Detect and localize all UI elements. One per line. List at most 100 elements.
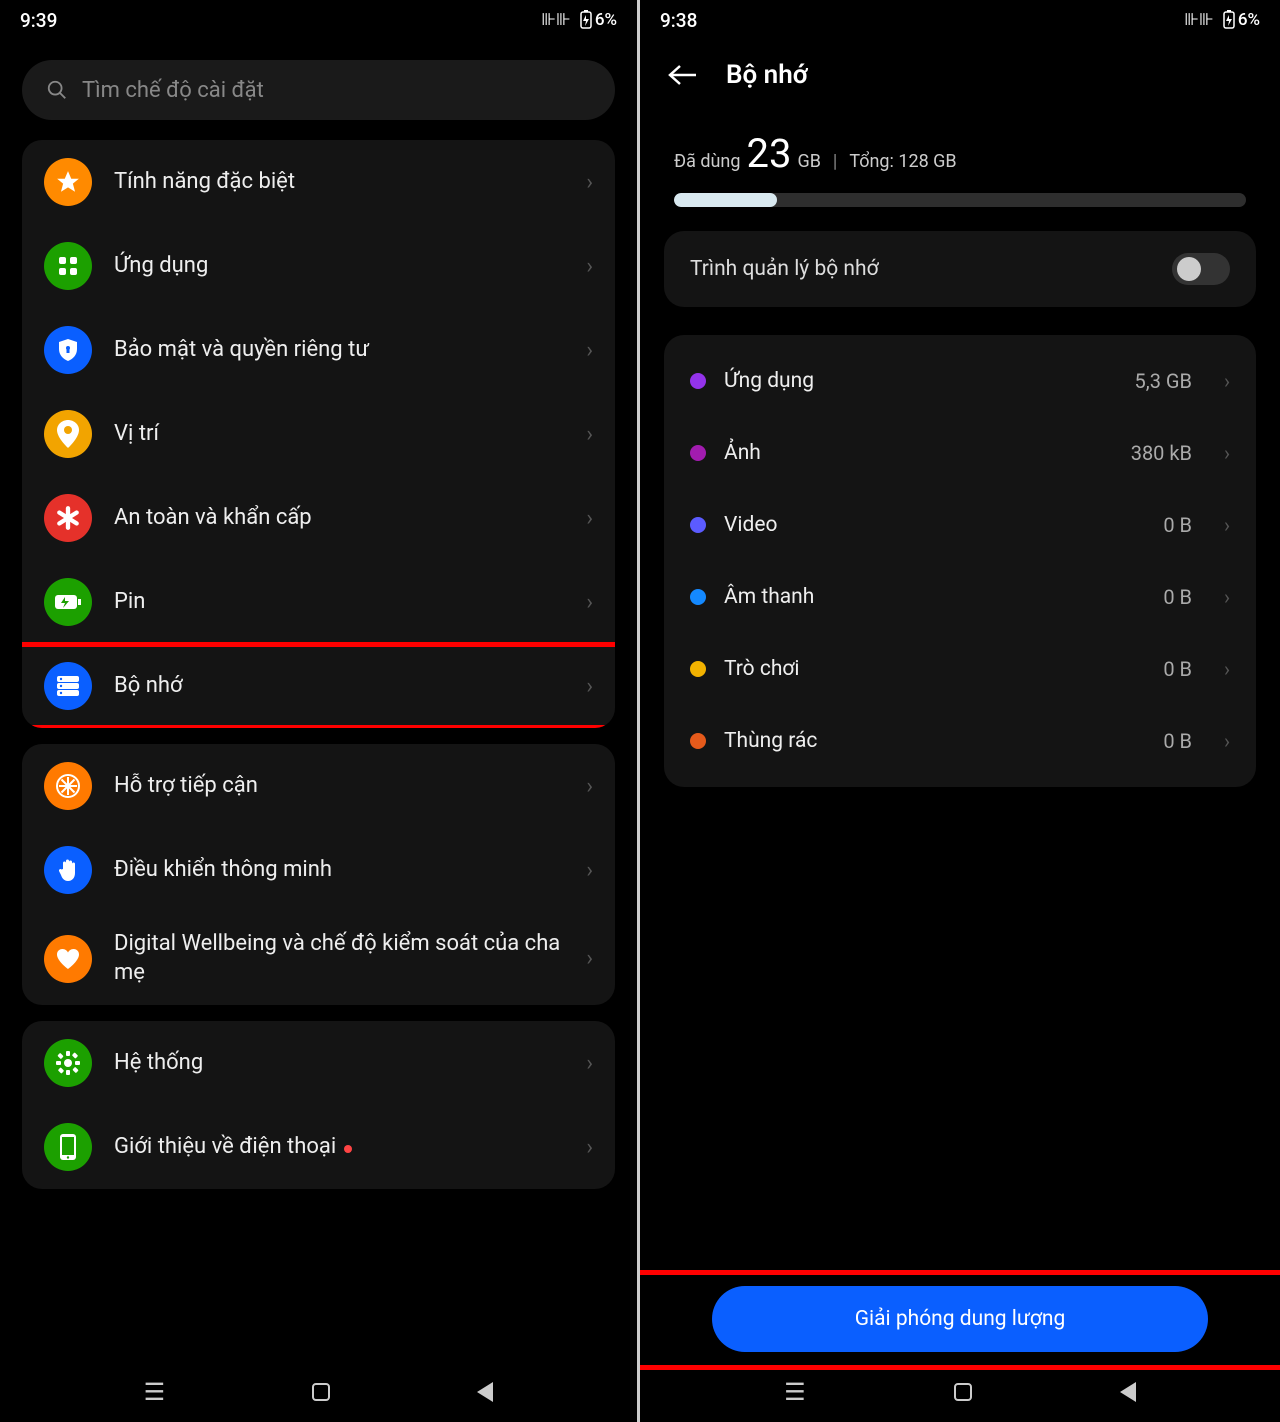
chevron-right-icon: › — [1224, 441, 1230, 465]
total-label: Tổng: 128 GB — [849, 151, 956, 172]
settings-group: Tính năng đặc biệt › Ứng dụng › Bảo mật và q… — [22, 140, 615, 728]
nav-back-icon[interactable] — [477, 1382, 493, 1402]
search-icon — [46, 79, 68, 101]
settings-screen: 9:39 ⊪⊪ 6% Tìm chế độ cài đặt Tính năng … — [0, 0, 640, 1422]
setting-row-special[interactable]: Tính năng đặc biệt › — [22, 140, 615, 224]
update-dot-icon — [344, 1145, 352, 1153]
setting-label: Ứng dụng — [114, 252, 564, 281]
chevron-right-icon: › — [1224, 657, 1230, 681]
category-name: Trò chơi — [724, 657, 1145, 681]
setting-row-safety[interactable]: An toàn và khẩn cấp › — [22, 476, 615, 560]
setting-label: Digital Wellbeing và chế độ kiểm soát củ… — [114, 930, 564, 987]
setting-label: Giới thiệu về điện thoại — [114, 1133, 564, 1162]
setting-label: Hỗ trợ tiếp cận — [114, 772, 564, 801]
setting-row-about[interactable]: Giới thiệu về điện thoại › — [22, 1105, 615, 1189]
chevron-right-icon: › — [586, 946, 593, 971]
setting-label: Vị trí — [114, 420, 564, 449]
category-size: 0 B — [1163, 585, 1192, 609]
category-dot-icon — [690, 733, 706, 749]
setting-row-storage[interactable]: Bộ nhớ› — [22, 644, 615, 728]
setting-label: Pin — [114, 588, 564, 617]
storage-category-row[interactable]: Thùng rác0 B› — [664, 705, 1256, 777]
setting-row-system[interactable]: Hệ thống› — [22, 1021, 615, 1105]
storage-category-row[interactable]: Trò chơi 0 B › — [664, 633, 1256, 705]
used-label: Đã dùng — [674, 151, 740, 172]
nav-bar: ☰ — [0, 1362, 637, 1422]
shield-icon — [44, 326, 92, 374]
nav-recents-icon[interactable]: ☰ — [784, 1378, 806, 1406]
storage-categories: Ứng dụng5,3 GB›Ảnh380 kB› Video 0 B › Âm tha… — [664, 335, 1256, 787]
category-dot-icon — [690, 589, 706, 605]
status-icons: ⊪⊪ 6% — [541, 10, 617, 30]
status-time: 9:38 — [660, 9, 697, 32]
category-name: Ứng dụng — [724, 369, 1117, 393]
storage-category-row[interactable]: Ứng dụng5,3 GB› — [664, 345, 1256, 417]
vibrate-icon: ⊪⊪ — [1184, 10, 1214, 30]
status-icons: ⊪⊪ 6% — [1184, 10, 1260, 30]
category-size: 0 B — [1163, 729, 1192, 753]
category-size: 0 B — [1163, 657, 1192, 681]
chevron-right-icon: › — [586, 422, 593, 447]
battery-icon: 6% — [579, 10, 617, 30]
chevron-right-icon: › — [1224, 513, 1230, 537]
chevron-right-icon: › — [586, 858, 593, 883]
category-size: 0 B — [1163, 513, 1192, 537]
category-name: Video — [724, 513, 1145, 537]
chevron-right-icon: › — [586, 590, 593, 615]
setting-row-privacy[interactable]: Bảo mật và quyền riêng tư› — [22, 308, 615, 392]
nav-home-icon[interactable] — [954, 1383, 972, 1401]
chevron-right-icon: › — [586, 1135, 593, 1160]
chevron-right-icon: › — [586, 254, 593, 279]
asterisk-icon — [44, 494, 92, 542]
grid-icon — [44, 242, 92, 290]
setting-label: Tính năng đặc biệt — [114, 168, 564, 197]
chevron-right-icon: › — [586, 170, 593, 195]
page-title: Bộ nhớ — [726, 60, 808, 90]
chevron-right-icon: › — [586, 506, 593, 531]
phone-icon — [44, 1123, 92, 1171]
category-name: Âm thanh — [724, 585, 1145, 609]
setting-label: Bảo mật và quyền riêng tư — [114, 336, 564, 365]
chevron-right-icon: › — [1224, 729, 1230, 753]
setting-row-accessibility[interactable]: Hỗ trợ tiếp cận › — [22, 744, 615, 828]
chevron-right-icon: › — [586, 774, 593, 799]
header: Bộ nhớ — [640, 40, 1280, 110]
hand-icon — [44, 846, 92, 894]
setting-label: Bộ nhớ — [114, 672, 564, 701]
nav-recents-icon[interactable]: ☰ — [144, 1378, 166, 1406]
setting-row-smart[interactable]: Điều khiển thông minh› — [22, 828, 615, 912]
nav-back-icon[interactable] — [1120, 1382, 1136, 1402]
search-placeholder: Tìm chế độ cài đặt — [82, 78, 264, 103]
status-time: 9:39 — [20, 9, 57, 32]
chevron-right-icon: › — [586, 1051, 593, 1076]
back-button[interactable] — [668, 63, 698, 87]
battery-icon — [44, 578, 92, 626]
setting-row-wellbeing[interactable]: Digital Wellbeing và chế độ kiểm soát củ… — [22, 912, 615, 1005]
used-unit: GB — [797, 151, 820, 172]
pin-icon — [44, 410, 92, 458]
settings-group: Hỗ trợ tiếp cận›Điều khiển thông minh›Di… — [22, 744, 615, 1005]
search-input[interactable]: Tìm chế độ cài đặt — [22, 60, 615, 120]
category-name: Ảnh — [724, 441, 1113, 465]
category-dot-icon — [690, 661, 706, 677]
category-dot-icon — [690, 517, 706, 533]
settings-group: Hệ thống› Giới thiệu về điện thoại › — [22, 1021, 615, 1189]
storage-category-row[interactable]: Ảnh380 kB› — [664, 417, 1256, 489]
storage-category-row[interactable]: Video 0 B › — [664, 489, 1256, 561]
toggle-label: Trình quản lý bộ nhớ — [690, 257, 879, 281]
toggle-switch[interactable] — [1172, 253, 1230, 285]
status-bar: 9:39 ⊪⊪ 6% — [0, 0, 637, 40]
free-up-space-button[interactable]: Giải phóng dung lượng — [712, 1286, 1208, 1352]
star-icon — [44, 158, 92, 206]
storage-manager-toggle-row[interactable]: Trình quản lý bộ nhớ — [664, 231, 1256, 307]
storage-category-row[interactable]: Âm thanh0 B› — [664, 561, 1256, 633]
setting-row-location[interactable]: Vị trí › — [22, 392, 615, 476]
heart-icon — [44, 935, 92, 983]
nav-home-icon[interactable] — [312, 1383, 330, 1401]
used-value: 23 — [746, 130, 791, 177]
category-dot-icon — [690, 373, 706, 389]
setting-row-apps[interactable]: Ứng dụng › — [22, 224, 615, 308]
wheel-icon — [44, 762, 92, 810]
setting-label: An toàn và khẩn cấp — [114, 504, 564, 533]
setting-row-battery[interactable]: Pin › — [22, 560, 615, 644]
